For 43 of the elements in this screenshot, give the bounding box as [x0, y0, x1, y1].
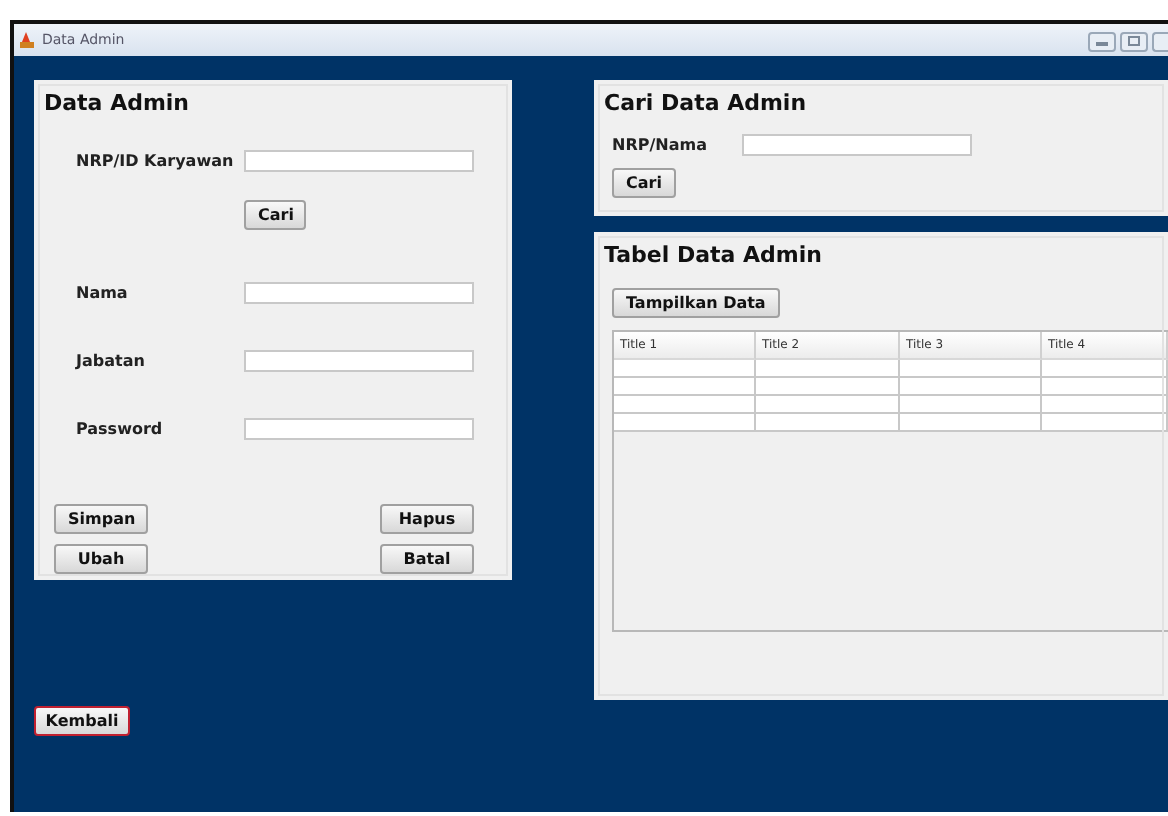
table-cell [614, 360, 756, 378]
table-cell [900, 414, 1042, 432]
field-label: Jabatan [76, 352, 147, 370]
panel-title: Tabel Data Admin [602, 240, 822, 268]
field-label: Password [76, 420, 165, 438]
table-cell [900, 360, 1042, 378]
table-cell [614, 378, 756, 396]
back-button[interactable]: Kembali [34, 706, 130, 736]
search-button[interactable]: Cari [244, 200, 306, 230]
minimize-button[interactable] [1088, 31, 1116, 51]
table-cell [614, 414, 756, 432]
table-cell [1042, 378, 1168, 396]
field-label: NRP/ID Karyawan [76, 152, 236, 170]
search-button[interactable]: Cari [612, 168, 676, 198]
table-cell [756, 396, 900, 414]
table-cell [1042, 414, 1168, 432]
input-field[interactable] [742, 134, 972, 156]
field-label: NRP/Nama [612, 136, 709, 154]
action-button[interactable]: Simpan [54, 504, 148, 534]
app-icon [18, 31, 36, 49]
input-field[interactable] [244, 150, 474, 172]
input-field[interactable] [244, 350, 474, 372]
field-label: Nama [76, 284, 130, 302]
action-button[interactable]: Ubah [54, 544, 148, 574]
input-field[interactable] [244, 418, 474, 440]
action-button[interactable]: Hapus [380, 504, 474, 534]
maximize-button[interactable] [1120, 31, 1148, 51]
table-cell [900, 396, 1042, 414]
minimize-icon [1096, 37, 1108, 45]
maximize-icon [1128, 36, 1140, 46]
show-data-button[interactable]: Tampilkan Data [612, 288, 780, 318]
close-button[interactable] [1152, 31, 1168, 51]
table-cell [900, 378, 1042, 396]
table-cell [756, 360, 900, 378]
action-button[interactable]: Batal [380, 544, 474, 574]
table-cell [1042, 360, 1168, 378]
input-field[interactable] [244, 282, 474, 304]
table-cell [614, 396, 756, 414]
panel-title: Cari Data Admin [602, 88, 807, 116]
panel-title: Data Admin [42, 88, 190, 116]
table-cell [756, 378, 900, 396]
table-cell [756, 414, 900, 432]
table-cell [1042, 396, 1168, 414]
